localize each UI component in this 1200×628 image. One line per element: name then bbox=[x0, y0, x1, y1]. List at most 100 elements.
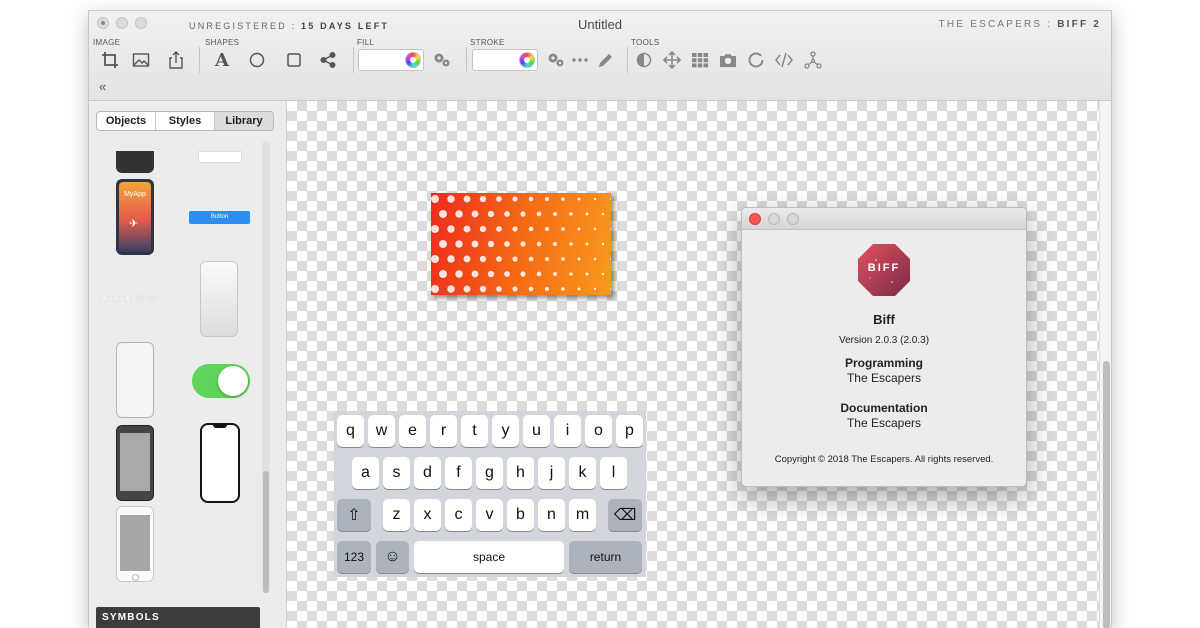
color-wheel-icon[interactable] bbox=[519, 52, 535, 68]
library-item-phone-white[interactable] bbox=[200, 261, 238, 337]
key-y[interactable]: y bbox=[492, 415, 519, 447]
about-version: Version 2.0.3 (2.0.3) bbox=[838, 335, 930, 346]
library-item-phone-gray[interactable] bbox=[116, 425, 154, 501]
stroke-dash-icon[interactable] bbox=[569, 49, 591, 71]
library-item-toggle-switch[interactable] bbox=[192, 364, 250, 398]
fill-color-well[interactable] bbox=[358, 49, 424, 71]
code-icon[interactable] bbox=[773, 49, 795, 71]
about-minimize-button[interactable] bbox=[768, 213, 780, 225]
shapes-group-label: SHAPES bbox=[205, 38, 240, 47]
about-close-button[interactable] bbox=[749, 213, 761, 225]
grid-icon[interactable] bbox=[689, 49, 711, 71]
camera-icon[interactable] bbox=[717, 49, 739, 71]
library-item-bar[interactable] bbox=[198, 151, 242, 163]
key-l[interactable]: l bbox=[600, 457, 627, 489]
pattern-dot bbox=[496, 286, 502, 292]
key-x[interactable]: x bbox=[414, 499, 441, 531]
toolbar-separator bbox=[466, 47, 467, 73]
collapse-sidebar-icon[interactable]: « bbox=[99, 79, 106, 94]
return-key[interactable]: return bbox=[569, 541, 642, 573]
key-d[interactable]: d bbox=[414, 457, 441, 489]
library-item-app-phone[interactable]: MyApp ✈ bbox=[116, 179, 154, 255]
star-empty-icon: ☆ bbox=[134, 291, 147, 305]
stroke-color-well[interactable] bbox=[472, 49, 538, 71]
pattern-dot bbox=[496, 256, 502, 262]
pattern-dot bbox=[504, 241, 510, 247]
emoji-key[interactable]: ☺ bbox=[376, 541, 409, 573]
tab-library[interactable]: Library bbox=[215, 112, 273, 130]
stroke-group-label: STROKE bbox=[470, 38, 505, 47]
key-u[interactable]: u bbox=[523, 415, 550, 447]
about-app-name: Biff bbox=[873, 312, 895, 327]
share-node-icon[interactable] bbox=[317, 49, 339, 71]
image-icon[interactable] bbox=[130, 49, 152, 71]
tab-styles[interactable]: Styles bbox=[156, 112, 215, 130]
key-b[interactable]: b bbox=[507, 499, 534, 531]
key-o[interactable]: o bbox=[585, 415, 612, 447]
design-canvas[interactable]: qwertyuiop asdfghjkl ⇧ ⌫ zxcvbnm 123 ☺ s… bbox=[287, 101, 1099, 628]
node-graph-icon[interactable] bbox=[802, 49, 824, 71]
about-zoom-button[interactable] bbox=[787, 213, 799, 225]
key-z[interactable]: z bbox=[383, 499, 410, 531]
ellipse-tool-icon[interactable] bbox=[246, 49, 268, 71]
library-item-star-rating[interactable]: ★★★☆☆ bbox=[99, 291, 158, 305]
gradient-dots-rectangle[interactable] bbox=[431, 193, 611, 295]
crop-icon[interactable] bbox=[99, 49, 121, 71]
library-item-phone-dark[interactable] bbox=[116, 151, 154, 173]
key-f[interactable]: f bbox=[445, 457, 472, 489]
pattern-dot bbox=[496, 196, 502, 202]
key-e[interactable]: e bbox=[399, 415, 426, 447]
library-item-phone-outline[interactable] bbox=[116, 342, 154, 418]
move-arrows-icon[interactable] bbox=[661, 49, 683, 71]
circle-progress-icon[interactable] bbox=[745, 49, 767, 71]
shift-key[interactable]: ⇧ bbox=[337, 499, 371, 531]
contrast-icon[interactable] bbox=[633, 49, 655, 71]
key-n[interactable]: n bbox=[538, 499, 565, 531]
key-q[interactable]: q bbox=[337, 415, 364, 447]
key-c[interactable]: c bbox=[445, 499, 472, 531]
rectangle-tool-icon[interactable] bbox=[283, 49, 305, 71]
key-h[interactable]: h bbox=[507, 457, 534, 489]
tab-objects[interactable]: Objects bbox=[97, 112, 156, 130]
pattern-dot bbox=[544, 226, 550, 232]
library-scrollbar-thumb[interactable] bbox=[263, 471, 269, 593]
key-j[interactable]: j bbox=[538, 457, 565, 489]
key-t[interactable]: t bbox=[461, 415, 488, 447]
pattern-dot bbox=[463, 255, 471, 263]
export-icon[interactable] bbox=[165, 49, 187, 71]
pattern-dot bbox=[610, 258, 611, 260]
key-w[interactable]: w bbox=[368, 415, 395, 447]
pattern-dot bbox=[487, 240, 495, 248]
key-p[interactable]: p bbox=[616, 415, 643, 447]
pattern-dot bbox=[569, 242, 573, 246]
library-item-phone-silver[interactable] bbox=[116, 506, 154, 582]
ios-keyboard[interactable]: qwertyuiop asdfghjkl ⇧ ⌫ zxcvbnm 123 ☺ s… bbox=[334, 411, 646, 577]
text-tool-icon[interactable]: A bbox=[211, 49, 233, 71]
pattern-dot bbox=[439, 240, 447, 248]
pencil-icon[interactable] bbox=[595, 49, 617, 71]
pattern-dot bbox=[610, 288, 611, 290]
fill-settings-gear-icon[interactable] bbox=[431, 49, 453, 71]
library-item-phone-frame[interactable] bbox=[200, 423, 240, 503]
stroke-settings-gear-icon[interactable] bbox=[545, 49, 567, 71]
key-a[interactable]: a bbox=[352, 457, 379, 489]
pattern-dot bbox=[512, 256, 518, 262]
library-item-button[interactable]: Button bbox=[189, 211, 250, 224]
color-wheel-icon[interactable] bbox=[405, 52, 421, 68]
pattern-dot bbox=[528, 286, 534, 292]
symbols-section-header[interactable]: SYMBOLS bbox=[96, 607, 260, 628]
delete-key[interactable]: ⌫ bbox=[608, 499, 642, 531]
space-key[interactable]: space bbox=[414, 541, 564, 573]
pattern-dot bbox=[536, 271, 542, 277]
canvas-scrollbar-thumb[interactable] bbox=[1103, 361, 1110, 628]
numbers-key[interactable]: 123 bbox=[337, 541, 371, 573]
canvas-scrollbar-track[interactable] bbox=[1099, 101, 1111, 628]
key-v[interactable]: v bbox=[476, 499, 503, 531]
pattern-dot bbox=[577, 257, 581, 261]
key-s[interactable]: s bbox=[383, 457, 410, 489]
key-r[interactable]: r bbox=[430, 415, 457, 447]
key-m[interactable]: m bbox=[569, 499, 596, 531]
key-k[interactable]: k bbox=[569, 457, 596, 489]
key-g[interactable]: g bbox=[476, 457, 503, 489]
key-i[interactable]: i bbox=[554, 415, 581, 447]
